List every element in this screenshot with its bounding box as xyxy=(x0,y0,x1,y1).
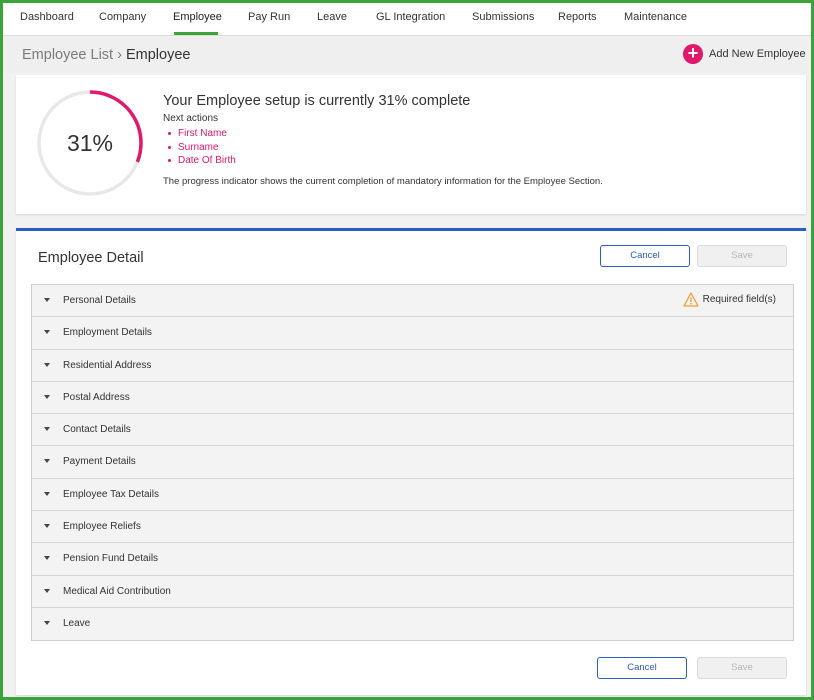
caret-down-icon xyxy=(44,394,50,399)
section-payment-details[interactable]: Payment Details xyxy=(32,446,793,479)
section-label: Payment Details xyxy=(63,456,136,468)
caret-down-icon xyxy=(44,459,50,464)
section-label: Pension Fund Details xyxy=(63,553,159,565)
save-button-top[interactable]: Save xyxy=(697,245,787,267)
caret-down-icon xyxy=(44,556,50,561)
section-label: Medical Aid Contribution xyxy=(63,585,171,597)
section-residential-address[interactable]: Residential Address xyxy=(32,349,793,382)
section-accordion: Personal Details Required field(s) Emplo… xyxy=(31,284,794,642)
cancel-button-top[interactable]: Cancel xyxy=(600,245,690,267)
app-window: Dashboard Company Employee Pay Run Leave… xyxy=(0,0,814,700)
progress-percent: 31% xyxy=(66,130,114,156)
breadcrumb-current: Employee xyxy=(125,47,191,63)
section-employee-reliefs[interactable]: Employee Reliefs xyxy=(32,511,793,544)
caret-down-icon xyxy=(44,298,50,302)
section-label: Contact Details xyxy=(63,424,131,436)
nav-maintenance[interactable]: Maintenance xyxy=(624,3,687,36)
caret-down-icon xyxy=(44,620,50,625)
warning-icon xyxy=(682,292,699,307)
section-label: Postal Address xyxy=(63,391,130,403)
breadcrumb-bar: Employee List › Employee + Add New Emplo… xyxy=(3,37,811,73)
caret-down-icon xyxy=(44,427,50,432)
nav-dashboard[interactable]: Dashboard xyxy=(20,3,74,36)
breadcrumb: Employee List › Employee xyxy=(22,47,190,63)
section-label: Residential Address xyxy=(63,359,152,371)
required-fields-indicator: Required field(s) xyxy=(682,292,776,307)
caret-down-icon xyxy=(44,524,50,529)
next-action-item[interactable]: Surname xyxy=(166,141,236,155)
breadcrumb-separator: › xyxy=(117,47,122,63)
next-actions-label: Next actions xyxy=(163,113,219,124)
nav-pay-run[interactable]: Pay Run xyxy=(248,3,290,36)
section-label: Employment Details xyxy=(63,327,152,339)
next-action-item[interactable]: First Name xyxy=(166,127,236,141)
caret-down-icon xyxy=(44,588,50,593)
next-action-item[interactable]: Date Of Birth xyxy=(166,154,236,168)
top-navigation: Dashboard Company Employee Pay Run Leave… xyxy=(3,3,811,36)
nav-reports[interactable]: Reports xyxy=(558,3,597,36)
save-button-bottom[interactable]: Save xyxy=(697,657,787,679)
add-new-employee-button[interactable]: + Add New Employee xyxy=(683,43,806,65)
caret-down-icon xyxy=(44,362,50,367)
section-employment-details[interactable]: Employment Details xyxy=(32,317,793,350)
employee-detail-title: Employee Detail xyxy=(38,250,144,266)
nav-company[interactable]: Company xyxy=(99,3,146,36)
section-medical-aid-contribution[interactable]: Medical Aid Contribution xyxy=(32,575,793,608)
section-pension-fund-details[interactable]: Pension Fund Details xyxy=(32,543,793,576)
section-label: Personal Details xyxy=(63,295,136,306)
employee-detail-card: Employee Detail Cancel Save Personal Det… xyxy=(16,228,806,695)
cancel-button-bottom[interactable]: Cancel xyxy=(597,657,687,679)
section-leave[interactable]: Leave xyxy=(32,607,793,641)
section-personal-details[interactable]: Personal Details Required field(s) xyxy=(32,285,793,318)
add-new-employee-label: Add New Employee xyxy=(709,48,806,60)
section-employee-tax-details[interactable]: Employee Tax Details xyxy=(32,478,793,512)
caret-down-icon xyxy=(44,330,50,335)
nav-gl-integration[interactable]: GL Integration xyxy=(376,3,445,36)
progress-description: The progress indicator shows the current… xyxy=(163,176,603,187)
section-label: Employee Tax Details xyxy=(63,488,159,500)
setup-progress-title: Your Employee setup is currently 31% com… xyxy=(163,93,471,109)
section-postal-address[interactable]: Postal Address xyxy=(32,381,793,415)
plus-icon: + xyxy=(683,44,703,64)
next-actions-list: First Name Surname Date Of Birth xyxy=(166,127,236,168)
caret-down-icon xyxy=(44,491,50,496)
nav-leave[interactable]: Leave xyxy=(317,3,347,36)
section-contact-details[interactable]: Contact Details xyxy=(32,414,793,447)
active-tab-indicator xyxy=(174,32,218,35)
required-fields-label: Required field(s) xyxy=(702,294,776,305)
progress-card: 31% Your Employee setup is currently 31%… xyxy=(16,75,806,214)
section-label: Employee Reliefs xyxy=(63,521,141,533)
breadcrumb-employee-list[interactable]: Employee List xyxy=(22,47,113,63)
nav-submissions[interactable]: Submissions xyxy=(472,3,534,36)
section-label: Leave xyxy=(63,617,91,629)
